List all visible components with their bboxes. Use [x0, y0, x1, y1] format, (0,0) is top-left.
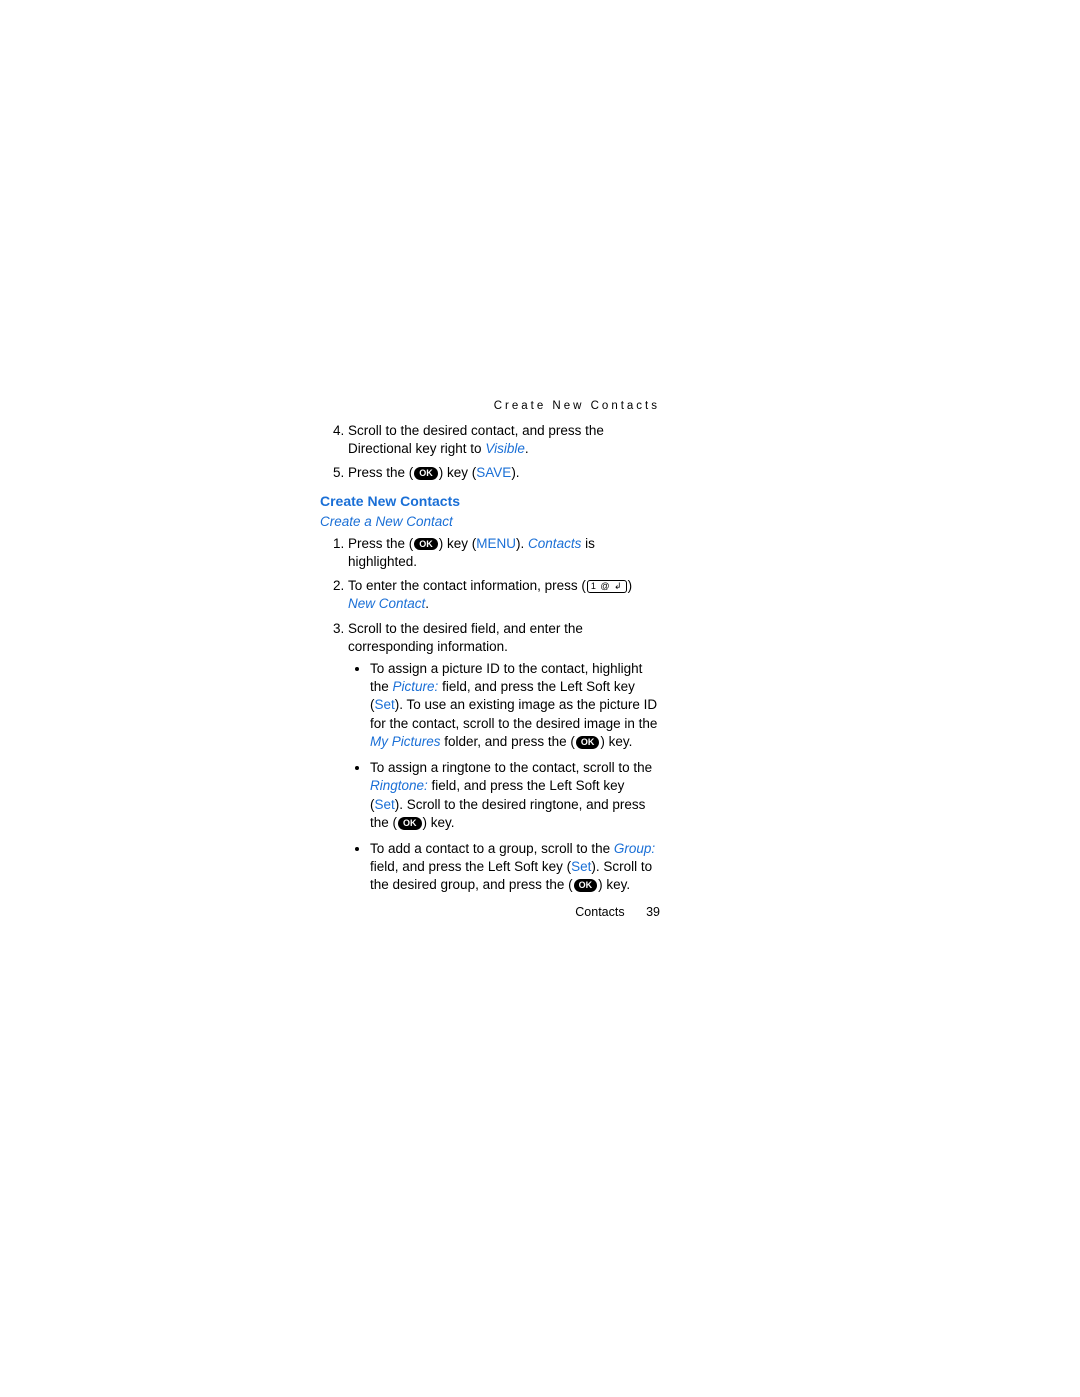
step-5: Press the (OK) key (SAVE). [348, 464, 660, 482]
s1-b: ) key ( [439, 536, 477, 551]
s3-text: Scroll to the desired field, and enter t… [348, 621, 583, 654]
continued-steps: Scroll to the desired contact, and press… [320, 422, 660, 483]
create-contact-steps: Press the (OK) key (MENU). Contacts is h… [320, 535, 660, 895]
s2-b: ) [628, 578, 633, 593]
subsection-heading: Create a New Contact [320, 514, 660, 529]
new-contact-label: New Contact [348, 596, 425, 611]
step-4: Scroll to the desired contact, and press… [348, 422, 660, 458]
running-header: Create New Contacts [320, 400, 660, 412]
s2-c: . [425, 596, 429, 611]
s1-a: Press the ( [348, 536, 413, 551]
group-label: Group: [614, 841, 655, 856]
page-footer: Contacts 39 [575, 905, 660, 919]
step4-text-b: . [525, 441, 529, 456]
b2-d: ) key. [423, 815, 455, 830]
step5-text-a: Press the ( [348, 465, 413, 480]
my-pictures-label: My Pictures [370, 734, 441, 749]
footer-page-number: 39 [646, 905, 660, 919]
picture-label: Picture: [393, 679, 439, 694]
ok-key-icon: OK [398, 817, 422, 830]
save-label: SAVE [476, 465, 511, 480]
set-label: Set [375, 697, 395, 712]
step-2: To enter the contact information, press … [348, 577, 660, 613]
b2-a: To assign a ringtone to the contact, scr… [370, 760, 652, 775]
bullet-picture: To assign a picture ID to the contact, h… [370, 660, 660, 751]
b3-d: ) key. [598, 877, 630, 892]
s2-a: To enter the contact information, press … [348, 578, 586, 593]
set-label: Set [375, 797, 395, 812]
set-label: Set [571, 859, 591, 874]
section-heading: Create New Contacts [320, 493, 660, 509]
footer-chapter: Contacts [575, 905, 624, 919]
ok-key-icon: OK [414, 538, 438, 551]
ok-key-icon: OK [576, 736, 600, 749]
contacts-label: Contacts [528, 536, 581, 551]
bullet-group: To add a contact to a group, scroll to t… [370, 840, 660, 895]
ok-key-icon: OK [414, 467, 438, 480]
b1-c: ). To use an existing image as the pictu… [370, 697, 657, 730]
ringtone-label: Ringtone: [370, 778, 428, 793]
sub-bullets: To assign a picture ID to the contact, h… [348, 660, 660, 895]
b3-a: To add a contact to a group, scroll to t… [370, 841, 614, 856]
step5-text-c: ). [511, 465, 519, 480]
menu-label: MENU [476, 536, 516, 551]
step-1: Press the (OK) key (MENU). Contacts is h… [348, 535, 660, 571]
one-key-icon: 1 @ ↲ [587, 580, 627, 593]
s1-c: ). [516, 536, 528, 551]
b3-b: field, and press the Left Soft key ( [370, 859, 571, 874]
ok-key-icon: OK [574, 879, 598, 892]
visible-label: Visible [485, 441, 525, 456]
manual-page: Create New Contacts Scroll to the desire… [320, 400, 660, 903]
step4-text-a: Scroll to the desired contact, and press… [348, 423, 604, 456]
bullet-ringtone: To assign a ringtone to the contact, scr… [370, 759, 660, 832]
step-3: Scroll to the desired field, and enter t… [348, 620, 660, 895]
b1-e: ) key. [600, 734, 632, 749]
b1-d: folder, and press the ( [441, 734, 575, 749]
step5-text-b: ) key ( [439, 465, 477, 480]
